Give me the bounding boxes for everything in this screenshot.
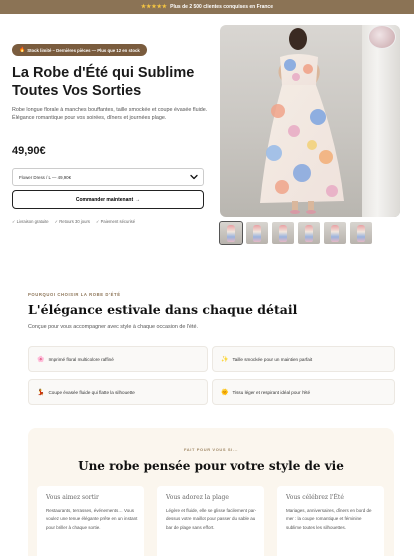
thumbnail-image [279,225,287,242]
thumbnail-image [357,225,365,242]
stock-badge: 🔥 Stock limité – Dernières pièces — Plus… [12,44,147,56]
thumbnail-image [331,225,339,242]
lifestyle-heading: Une robe pensée pour votre style de vie [78,459,344,473]
chevron-down-icon [190,174,198,180]
product-thumbnails [219,221,372,245]
flower-icon: 🌸 [37,356,45,363]
model-dress-illustration [260,28,344,214]
details-heading: L'élégance estivale dans chaque détail [28,302,298,317]
feature-text: Coupe évasée fluide qui flatte la silhou… [48,389,135,395]
fire-icon: 🔥 [19,47,26,53]
details-eyebrow: POURQUOI CHOISIR LA ROBE D'ÉTÉ [28,292,121,297]
sun-icon: 🌞 [221,389,229,396]
details-subheading: Conçue pour vous accompagner avec style … [28,324,199,330]
feature-text: Taille smockée pour un maintien parfait [232,356,313,362]
assurance-free-shipping: ✓ Livraison gratuite [12,219,49,224]
thumbnail-1[interactable] [219,221,243,245]
thumbnail-3[interactable] [272,222,294,244]
thumbnail-5[interactable] [324,222,346,244]
lifestyle-card: Vous célébrez l'Été Mariages, anniversai… [277,486,384,556]
lifestyle-eyebrow: FAIT POUR VOUS SI... [183,447,238,452]
feature-card: 💃 Coupe évasée fluide qui flatte la silh… [28,379,208,405]
feature-card: 🌞 Tissu léger et respirant idéal pour l'… [212,379,395,405]
feature-card: ✨ Taille smockée pour un maintien parfai… [212,346,395,372]
thumbnail-image [227,225,235,242]
stock-badge-label: Stock limité – Dernières pièces — Plus q… [27,47,140,53]
feature-text: Tissu léger et respirant idéal pour l'ét… [232,389,311,395]
feature-text: Imprimé floral multicolore raffiné [48,356,114,362]
product-title: La Robe d'Été qui Sublime Toutes Vos Sor… [12,65,195,99]
thumbnail-2[interactable] [246,222,268,244]
variant-selected-value: Flower Dress / L — 49,90€ [19,174,72,180]
lifestyle-card-body: Légère et fluide, elle se glisse facilem… [166,508,257,530]
lifestyle-card-body: Restaurants, terrasses, événements… Vous… [46,508,138,530]
lifestyle-card: Vous aimez sortir Restaurants, terrasses… [37,486,144,556]
feature-card: 🌸 Imprimé floral multicolore raffiné [28,346,208,372]
assurance-returns: ✓ Retours 30 jours [54,219,90,224]
product-description: Robe longue florale à manches bouffantes… [12,107,208,122]
thumbnail-image [305,225,313,242]
dancer-icon: 💃 [37,389,45,396]
announcement-text: Plus de 2 500 clientes conquises en Fran… [170,4,273,10]
assurance-secure-payment: ✓ Paiement sécurisé [95,219,136,224]
arrow-right-icon: → [135,196,141,203]
assurance-list: ✓ Livraison gratuite ✓ Retours 30 jours … [12,219,135,224]
lifestyle-card-title: Vous adorez la plage [166,494,229,501]
lifestyle-card: Vous adorez la plage Légère et fluide, e… [157,486,264,556]
order-now-label: Commander maintenant [75,196,134,203]
variant-select[interactable]: Flower Dress / L — 49,90€ [12,168,204,186]
sparkle-icon: ✨ [221,356,229,363]
announcement-bar: ★★★★★ Plus de 2 500 clientes conquises e… [0,0,414,14]
lifestyle-panel: FAIT POUR VOUS SI... Une robe pensée pou… [28,428,394,556]
star-rating-icon: ★★★★★ [141,4,168,10]
product-main-image[interactable] [220,25,400,217]
thumbnail-4[interactable] [298,222,320,244]
thumbnail-image [253,225,261,242]
lifestyle-card-title: Vous aimez sortir [46,494,99,501]
thumbnail-6[interactable] [350,222,372,244]
lifestyle-card-title: Vous célébrez l'Été [286,494,344,501]
lifestyle-card-body: Mariages, anniversaires, dîners en bord … [286,508,372,530]
product-price: 49,90€ [12,145,46,157]
order-now-button[interactable]: Commander maintenant → [12,190,204,209]
